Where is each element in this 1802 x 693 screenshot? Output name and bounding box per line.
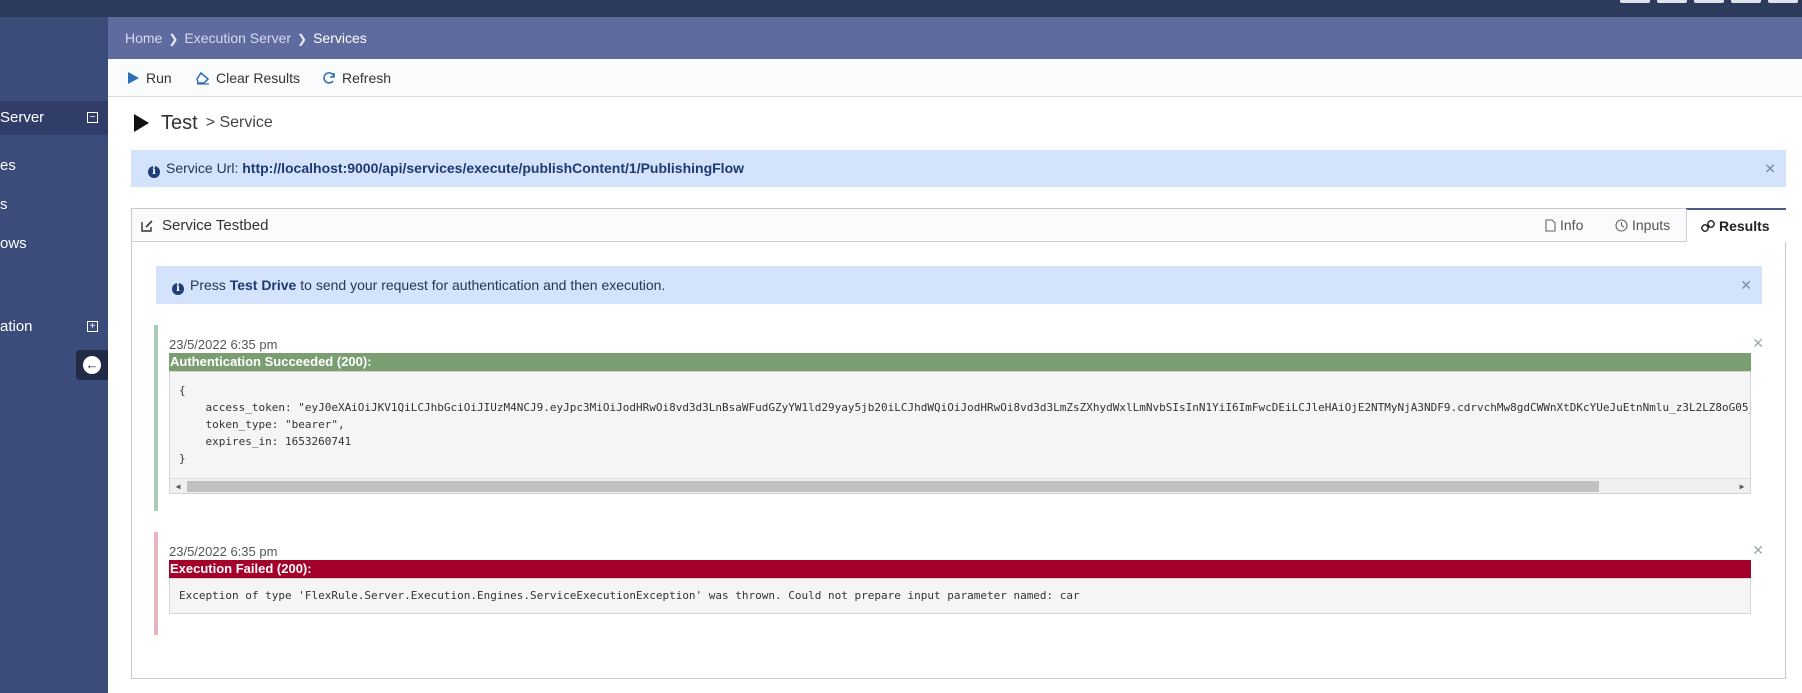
hint-text-pre: Press xyxy=(190,277,226,293)
scroll-left-icon[interactable]: ◀ xyxy=(173,481,183,492)
code-line: } xyxy=(179,452,186,465)
window-button[interactable] xyxy=(1768,0,1798,3)
breadcrumb-execution-server[interactable]: Execution Server xyxy=(184,30,291,46)
sidebar-item-services[interactable]: es xyxy=(0,149,108,183)
service-testbed-panel: Service Testbed Info Inputs Results i Pre… xyxy=(131,208,1786,679)
clear-results-label: Clear Results xyxy=(216,70,301,86)
hint-test-drive: Test Drive xyxy=(229,277,297,293)
window-button[interactable] xyxy=(1694,0,1724,3)
scrollbar-thumb[interactable] xyxy=(187,481,1599,492)
collapse-icon[interactable]: − xyxy=(87,112,98,123)
play-icon xyxy=(134,114,149,132)
chevron-right-icon: ❯ xyxy=(297,32,308,46)
close-icon[interactable]: ✕ xyxy=(1752,335,1764,352)
service-url-value[interactable]: http://localhost:9000/api/services/execu… xyxy=(242,160,744,176)
test-drive-hint: i Press Test Drive to send your request f… xyxy=(156,266,1762,304)
scroll-right-icon[interactable]: ▶ xyxy=(1737,481,1747,492)
panel-title-text: Service Testbed xyxy=(162,217,269,234)
tab-inputs-label: Inputs xyxy=(1632,217,1671,233)
close-icon[interactable]: ✕ xyxy=(1764,150,1776,187)
sidebar-item-execution-server[interactable]: Server − xyxy=(0,101,108,135)
sidebar-item-label: s xyxy=(0,196,8,213)
edit-icon xyxy=(141,219,153,232)
page-subtitle: > Service xyxy=(205,114,273,131)
code-line: { xyxy=(179,384,186,397)
result-header: Execution Failed (200): xyxy=(169,560,1751,578)
result-auth: 23/5/2022 6:35 pm ✕ Authentication Succe… xyxy=(154,325,1774,511)
result-header: Authentication Succeeded (200): xyxy=(169,353,1751,371)
hint-text-post: to send your request for authentication … xyxy=(300,277,666,293)
code-line: access_token: "eyJ0eXAiOiJKV1QiLCJhbGciO… xyxy=(179,401,1751,414)
sidebar: Server − es s ows ation + ← xyxy=(0,17,108,693)
result-status-bar xyxy=(154,325,158,511)
result-execution: 23/5/2022 6:35 pm ✕ Execution Failed (20… xyxy=(154,532,1774,635)
close-icon[interactable]: ✕ xyxy=(1752,542,1764,559)
tab-info-label: Info xyxy=(1560,217,1584,233)
window-button[interactable] xyxy=(1620,0,1650,3)
sidebar-item-ation[interactable]: ation + xyxy=(0,310,108,344)
info-icon: i xyxy=(148,166,160,178)
page-title: Test > Service xyxy=(134,110,273,136)
service-url-alert: i Service Url: http://localhost:9000/api/… xyxy=(131,150,1786,187)
sidebar-item-s[interactable]: s xyxy=(0,188,108,222)
result-timestamp: 23/5/2022 6:35 pm xyxy=(169,337,278,352)
breadcrumb-services: Services xyxy=(313,30,367,46)
service-url-label: Service Url: xyxy=(166,160,239,176)
file-icon xyxy=(1545,219,1556,232)
window-button[interactable] xyxy=(1731,0,1761,3)
refresh-button[interactable]: Refresh xyxy=(322,69,391,87)
chevron-right-icon: ❯ xyxy=(168,32,179,46)
result-timestamp: 23/5/2022 6:35 pm xyxy=(169,544,278,559)
sidebar-item-label: Server xyxy=(0,109,45,126)
sidebar-item-label: es xyxy=(0,157,16,174)
run-label: Run xyxy=(146,70,172,86)
refresh-label: Refresh xyxy=(342,70,392,86)
code-line: Exception of type 'FlexRule.Server.Execu… xyxy=(179,589,1080,602)
tab-inputs[interactable]: Inputs xyxy=(1615,209,1670,242)
sidebar-item-label: ation xyxy=(0,318,33,335)
result-status-bar xyxy=(154,532,158,635)
run-button[interactable]: Run xyxy=(126,69,172,87)
top-bar xyxy=(0,0,1802,17)
code-line: expires_in: 1653260741 xyxy=(179,435,352,448)
result-body: Exception of type 'FlexRule.Server.Execu… xyxy=(169,578,1751,614)
result-body: { access_token: "eyJ0eXAiOiJKV1QiLCJhbGc… xyxy=(169,371,1751,494)
code-line: token_type: "bearer", xyxy=(179,418,345,431)
clock-icon xyxy=(1615,219,1628,232)
refresh-icon xyxy=(323,72,335,84)
info-icon: i xyxy=(172,283,184,295)
eraser-icon xyxy=(196,71,210,85)
close-icon[interactable]: ✕ xyxy=(1740,266,1752,304)
tab-results-label: Results xyxy=(1719,217,1770,234)
arrow-left-circle-icon: ← xyxy=(83,356,101,374)
breadcrumb: Home ❯ Execution Server ❯ Services xyxy=(108,17,1802,59)
panel-title: Service Testbed xyxy=(140,217,268,234)
window-button[interactable] xyxy=(1657,0,1687,3)
page-title-text: Test xyxy=(161,111,198,134)
tab-info[interactable]: Info xyxy=(1545,209,1583,242)
panel-header: Service Testbed Info Inputs Results xyxy=(132,208,1786,242)
horizontal-scrollbar[interactable]: ◀ ▶ xyxy=(170,478,1750,493)
sidebar-item-workflows[interactable]: ows xyxy=(0,227,108,261)
collapse-sidebar-button[interactable]: ← xyxy=(76,350,108,380)
breadcrumb-home[interactable]: Home xyxy=(125,30,162,46)
expand-icon[interactable]: + xyxy=(87,321,98,332)
sidebar-item-label: ows xyxy=(0,235,27,252)
link-icon xyxy=(1701,220,1715,232)
tab-results[interactable]: Results xyxy=(1686,208,1786,242)
toolbar: Run Clear Results Refresh xyxy=(108,59,1802,97)
clear-results-button[interactable]: Clear Results xyxy=(196,69,300,87)
play-icon xyxy=(128,72,139,84)
